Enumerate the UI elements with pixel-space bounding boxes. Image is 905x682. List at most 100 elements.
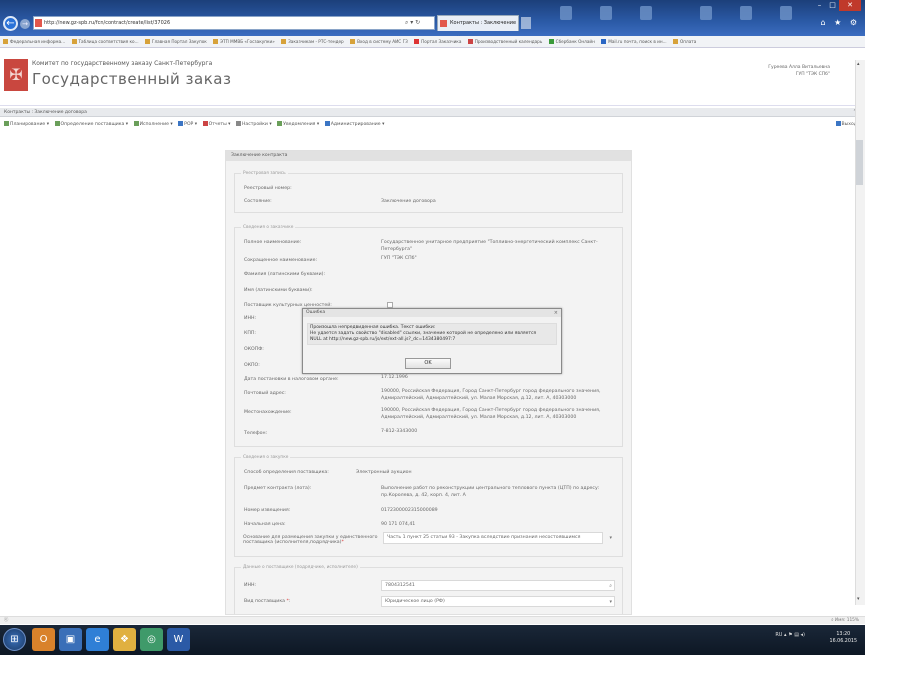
- exit-button[interactable]: Выход: [835, 120, 857, 130]
- notifications-icon: [277, 121, 283, 126]
- favorite-icon: [144, 39, 150, 44]
- window-controls: – □ ✕: [813, 0, 861, 12]
- error-message: Произошла непредвиденная ошибка. Текст о…: [307, 323, 557, 345]
- taskbar-app-word[interactable]: W: [167, 628, 190, 651]
- field-label: Местонахождение:: [244, 410, 292, 415]
- scrollbar-thumb[interactable]: [856, 140, 863, 185]
- org-name: Комитет по государственному заказу Санкт…: [32, 60, 213, 67]
- supplier-group: Данные о поставщике (подрядчике, исполни…: [234, 565, 623, 614]
- dialog-title: Ошибка: [303, 309, 561, 317]
- field-label: КПП:: [244, 331, 256, 336]
- required-mark: *: [341, 540, 344, 545]
- menu-item-planning[interactable]: Планирование ▾: [4, 121, 49, 127]
- taskbar-app-ie[interactable]: e: [86, 628, 109, 651]
- execution-icon: [133, 121, 139, 126]
- menu-item-settings[interactable]: Настройки ▾: [235, 121, 272, 127]
- menu-item-ror[interactable]: РОР ▾: [178, 121, 197, 127]
- field-label: Полное наименование:: [244, 240, 302, 245]
- field-value: 7-812-3343000: [381, 429, 418, 434]
- supplier-type-value: Юридическое лицо (РФ): [385, 599, 445, 604]
- field-value: 0172300002315000089: [381, 508, 438, 513]
- field-label: Реестровый номер:: [244, 186, 292, 191]
- basis-label-line: поставщика (исполнителя,подрядчика)*: [243, 540, 378, 545]
- chevron-down-icon[interactable]: ▾: [609, 598, 612, 607]
- favorite-link[interactable]: Вход в систему АИС ГЗ: [350, 39, 408, 44]
- exit-icon: [835, 121, 841, 126]
- user-info: Гуреева Алла Витальевна ГУП "ТЭК СПб": [768, 64, 830, 78]
- favorite-link[interactable]: Оплата: [672, 39, 696, 44]
- dialog-close-icon[interactable]: ×: [554, 309, 558, 317]
- desktop-deco-3: [640, 6, 652, 20]
- back-arrow-icon[interactable]: ←: [3, 16, 18, 31]
- site-favicon-icon: [35, 19, 42, 27]
- taskbar-app-outlook[interactable]: O: [32, 628, 55, 651]
- taskbar-app-other[interactable]: ◎: [140, 628, 163, 651]
- site-header: ✠ Комитет по государственному заказу Сан…: [0, 48, 865, 106]
- field-value: Заключение договора: [381, 199, 436, 204]
- favorite-link[interactable]: Портал Заказчика: [414, 39, 461, 44]
- new-tab-button[interactable]: [521, 17, 531, 29]
- address-bar[interactable]: http://new.gz-spb.ru/fcn/contract/create…: [33, 16, 435, 30]
- field-label: ОКОПФ:: [244, 347, 264, 352]
- user-org: ГУП "ТЭК СПб": [795, 72, 830, 77]
- scroll-down-icon[interactable]: ▾: [857, 596, 860, 602]
- favorite-link[interactable]: Федеральная информа...: [3, 39, 65, 44]
- field-label: Начальная цена:: [244, 522, 286, 527]
- desktop-deco-5: [740, 6, 752, 20]
- required-mark: *: [286, 599, 289, 604]
- field-value: 190000, Российская Федерация, Город Санк…: [381, 389, 601, 401]
- ok-button[interactable]: OK: [405, 358, 451, 369]
- field-label: Почтовый адрес:: [244, 391, 286, 396]
- supplier-icon: [54, 121, 60, 126]
- menu-item-reports[interactable]: Отчеты ▾: [202, 121, 230, 127]
- taskbar-app-files[interactable]: ▣: [59, 628, 82, 651]
- field-label: Имя (латинскими буквами):: [244, 288, 313, 293]
- favorite-link[interactable]: Mail.ru почта, поиск в ин...: [601, 39, 667, 44]
- menu-item-execution[interactable]: Исполнение ▾: [133, 121, 173, 127]
- field-label: Способ определения поставщика:: [244, 470, 329, 475]
- supplier-type-select[interactable]: Юридическое лицо (РФ) ▾: [381, 596, 615, 607]
- field-label: Номер извещения:: [244, 508, 291, 513]
- field-label: Состояние:: [244, 199, 272, 204]
- field-label: Телефон:: [244, 431, 268, 436]
- menu-item-administration[interactable]: Администрирование ▾: [324, 121, 384, 127]
- favorite-icon: [414, 39, 420, 44]
- close-window-button[interactable]: ✕: [839, 0, 861, 11]
- minimize-button[interactable]: –: [813, 0, 826, 11]
- system-tray[interactable]: RU ▴ ⚑ ▤ ◂): [775, 632, 805, 638]
- favorite-link[interactable]: Заказчикам - РТС-тендер: [281, 39, 344, 44]
- search-icon[interactable]: ⌕: [609, 582, 612, 591]
- site-brand: Государственный заказ: [32, 70, 232, 88]
- supplier-inn-input[interactable]: 7804312541 ⌕: [381, 580, 615, 591]
- field-label: Фамилия (латинскими буквами):: [244, 272, 326, 277]
- maximize-button[interactable]: □: [826, 0, 839, 11]
- supplier-inn-value: 7804312541: [385, 583, 415, 588]
- favorite-link[interactable]: Главная Портал Закупок: [144, 39, 207, 44]
- user-name[interactable]: Гуреева Алла Витальевна: [768, 64, 830, 71]
- field-value: ГУП "ТЭК СПб": [381, 256, 417, 261]
- zoom-level[interactable]: ⌕ Имя: 115%: [831, 617, 859, 625]
- menu-item-supplier-selection[interactable]: Определение поставщика ▾: [54, 121, 128, 127]
- favorite-link[interactable]: Сбербанк Онлайн: [548, 39, 595, 44]
- menu-item-notifications[interactable]: Уведомления ▾: [277, 121, 319, 127]
- tab-favicon-icon: [440, 20, 447, 27]
- favorite-icon: [350, 39, 356, 44]
- emblem-logo[interactable]: ✠: [4, 59, 28, 91]
- browser-tool-icons[interactable]: ⌂ ★ ⚙: [820, 18, 860, 27]
- scroll-up-icon[interactable]: ▴: [857, 61, 860, 67]
- field-value: 90 171 074,41: [381, 522, 416, 527]
- forward-arrow-icon[interactable]: →: [20, 19, 30, 29]
- favorite-link[interactable]: ЭТП ММВБ «Госзакупки»: [213, 39, 275, 44]
- browser-tab-active[interactable]: Контракты : Заключение ... ×: [437, 15, 519, 41]
- start-button[interactable]: ⊞: [3, 628, 26, 651]
- clock-time: 13:20: [836, 632, 851, 637]
- field-value: 190000, Российская Федерация, Город Санк…: [381, 408, 601, 420]
- taskbar-app-explorer[interactable]: ❖: [113, 628, 136, 651]
- favorite-link[interactable]: Таблица соответствия ко...: [71, 39, 139, 44]
- status-bar: ⓔ ⌕ Имя: 115%: [0, 616, 865, 624]
- select-dropdown-icon[interactable]: ▾: [609, 534, 612, 543]
- address-tools[interactable]: ⌕ ▾ ↻: [405, 16, 420, 29]
- basis-select[interactable]: Часть 1 пункт 25 статьи 93 - Закупка всл…: [383, 532, 612, 544]
- favorite-link[interactable]: Производственный календарь: [467, 39, 542, 44]
- clock[interactable]: 13:20 16.06.2015: [830, 631, 857, 645]
